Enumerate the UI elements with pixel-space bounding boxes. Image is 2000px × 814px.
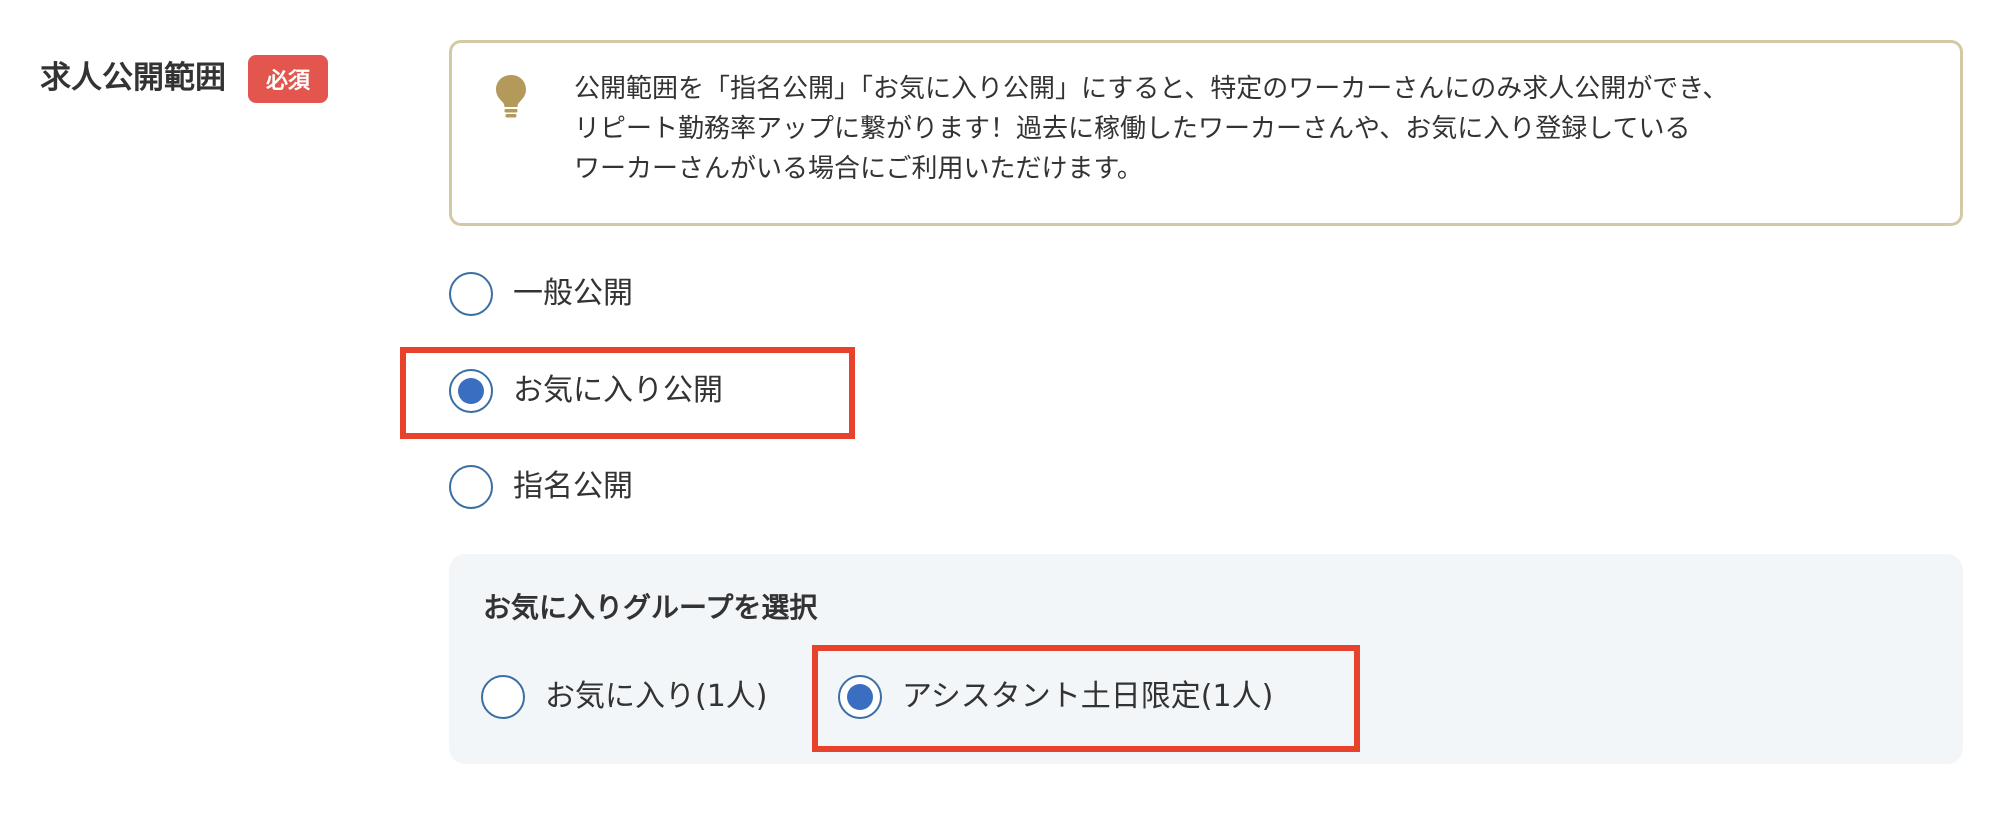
notice-line: リピート勤務率アップに繋がります！過去に稼働したワーカーさんや、お気に入り登録し… <box>574 114 1691 144</box>
notice-box: 公開範囲を「指名公開」「お気に入り公開」にすると、特定のワーカーさんにのみ求人公… <box>449 40 1963 226</box>
radio-button[interactable] <box>449 465 493 509</box>
favorite-group-title: お気に入りグループを選択 <box>483 591 818 624</box>
radio-option-favorites[interactable]: お気に入り公開 <box>449 369 723 413</box>
radio-button[interactable] <box>481 675 525 719</box>
notice-line: ワーカーさんがいる場合にご利用いただけます。 <box>574 154 1143 184</box>
favorite-group-panel: お気に入りグループを選択 <box>449 554 1963 764</box>
radio-label: お気に入り(1人) <box>545 679 768 714</box>
radio-option-group-assistant-weekend[interactable]: アシスタント土日限定(1人) <box>838 675 1273 719</box>
radio-button[interactable] <box>449 272 493 316</box>
notice-line: 公開範囲を「指名公開」「お気に入り公開」にすると、特定のワーカーさんにのみ求人公… <box>574 74 1729 104</box>
lightbulb-icon <box>496 75 526 118</box>
radio-button-selected[interactable] <box>838 675 882 719</box>
radio-label: 指名公開 <box>513 469 633 504</box>
radio-option-designated[interactable]: 指名公開 <box>449 465 633 509</box>
radio-option-group-favorites[interactable]: お気に入り(1人) <box>481 675 768 719</box>
radio-option-public[interactable]: 一般公開 <box>449 272 633 316</box>
radio-label: お気に入り公開 <box>513 373 723 408</box>
notice-text: 公開範囲を「指名公開」「お気に入り公開」にすると、特定のワーカーさんにのみ求人公… <box>574 69 1934 189</box>
radio-label: アシスタント土日限定(1人) <box>902 679 1274 714</box>
radio-label: 一般公開 <box>513 276 633 311</box>
required-badge: 必須 <box>248 55 328 103</box>
radio-button-selected[interactable] <box>449 369 493 413</box>
field-label: 求人公開範囲 <box>40 60 226 96</box>
